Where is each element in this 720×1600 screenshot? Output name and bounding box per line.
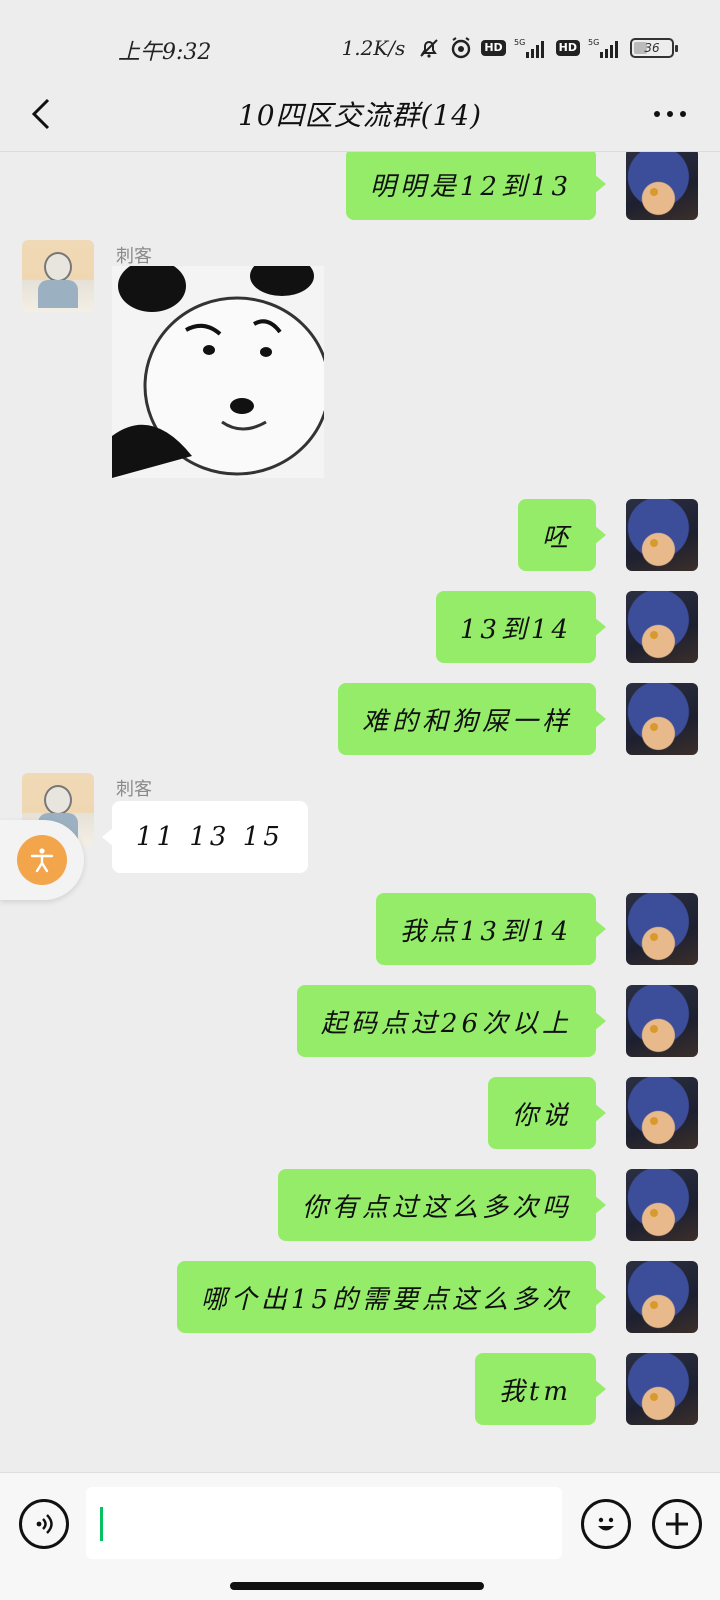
more-dots-icon [654, 111, 686, 117]
hd-badge: HD [481, 40, 506, 56]
message-row: 你有点过这么多次吗 [0, 1169, 720, 1241]
message-row: 刺客 11 13 15 [0, 773, 720, 873]
plus-icon [666, 1513, 688, 1535]
signal-label: 5G [514, 38, 525, 47]
hd-badge-2: HD [555, 40, 580, 56]
home-indicator[interactable] [230, 1582, 484, 1590]
message-input[interactable] [86, 1487, 562, 1559]
message-row: 起码点过26次以上 [0, 985, 720, 1057]
sender-name: 刺客 [116, 246, 152, 267]
battery-level: 36 [644, 41, 660, 55]
outgoing-bubble[interactable]: 难的和狗屎一样 [337, 683, 607, 755]
sticker-image[interactable] [112, 266, 324, 478]
my-avatar[interactable] [626, 1353, 698, 1425]
more-button[interactable] [644, 90, 696, 138]
input-bar [0, 1472, 720, 1600]
my-avatar[interactable] [626, 591, 698, 663]
outgoing-bubble[interactable]: 呸 [517, 499, 607, 571]
my-avatar[interactable] [626, 683, 698, 755]
outgoing-bubble[interactable]: 明明是12到13 [345, 152, 607, 220]
battery-indicator: 36 [630, 38, 678, 58]
status-icons: 1.2K/s HD 5G HD 5G 36 [341, 34, 678, 62]
outgoing-bubble[interactable]: 你说 [487, 1077, 607, 1149]
my-avatar[interactable] [626, 1261, 698, 1333]
my-avatar[interactable] [626, 893, 698, 965]
message-row: 我tm [0, 1353, 720, 1425]
outgoing-bubble[interactable]: 我点13到14 [375, 893, 607, 965]
outgoing-bubble[interactable]: 你有点过这么多次吗 [277, 1169, 607, 1241]
message-row: 明明是12到13 [0, 152, 720, 220]
outgoing-bubble[interactable]: 我tm [474, 1353, 607, 1425]
voice-icon [36, 1514, 53, 1534]
bell-off-icon [417, 36, 441, 60]
my-avatar[interactable] [626, 985, 698, 1057]
message-row: 哪个出15的需要点这么多次 [0, 1261, 720, 1333]
sender-avatar[interactable] [22, 240, 94, 312]
network-speed: 1.2K/s [341, 36, 406, 60]
floating-assistant-button[interactable] [0, 820, 84, 900]
message-row: 13到14 [0, 591, 720, 663]
chat-title: 10四区交流群(14) [237, 99, 483, 132]
message-row: 刺客 [0, 240, 720, 480]
signal-icon-2: 5G [588, 37, 622, 59]
message-row: 呸 [0, 499, 720, 571]
text-caret [100, 1507, 103, 1541]
panda-meme-image [112, 266, 324, 478]
my-avatar[interactable] [626, 152, 698, 220]
my-avatar[interactable] [626, 1169, 698, 1241]
signal-label-2: 5G [588, 38, 599, 47]
alarm-icon [449, 36, 473, 60]
chat-header: 10四区交流群(14) [0, 76, 720, 152]
message-row: 你说 [0, 1077, 720, 1149]
incoming-bubble[interactable]: 11 13 15 [102, 801, 308, 873]
outgoing-bubble[interactable]: 哪个出15的需要点这么多次 [176, 1261, 607, 1333]
my-avatar[interactable] [626, 1077, 698, 1149]
voice-button[interactable] [19, 1499, 69, 1549]
emoji-button[interactable] [581, 1499, 631, 1549]
emoji-icon [598, 1517, 614, 1531]
status-time: 上午9:32 [118, 40, 212, 65]
my-avatar[interactable] [626, 499, 698, 571]
outgoing-bubble[interactable]: 13到14 [435, 591, 607, 663]
plus-button[interactable] [652, 1499, 702, 1549]
message-row: 难的和狗屎一样 [0, 683, 720, 755]
message-row: 我点13到14 [0, 893, 720, 965]
accessibility-icon [17, 835, 67, 885]
sender-name: 刺客 [116, 779, 152, 800]
message-list[interactable]: 明明是12到13 刺客 呸 13到14 难的和狗屎一样 刺客 11 13 15 … [0, 152, 720, 1472]
signal-icon: 5G [514, 37, 548, 59]
outgoing-bubble[interactable]: 起码点过26次以上 [296, 985, 607, 1057]
